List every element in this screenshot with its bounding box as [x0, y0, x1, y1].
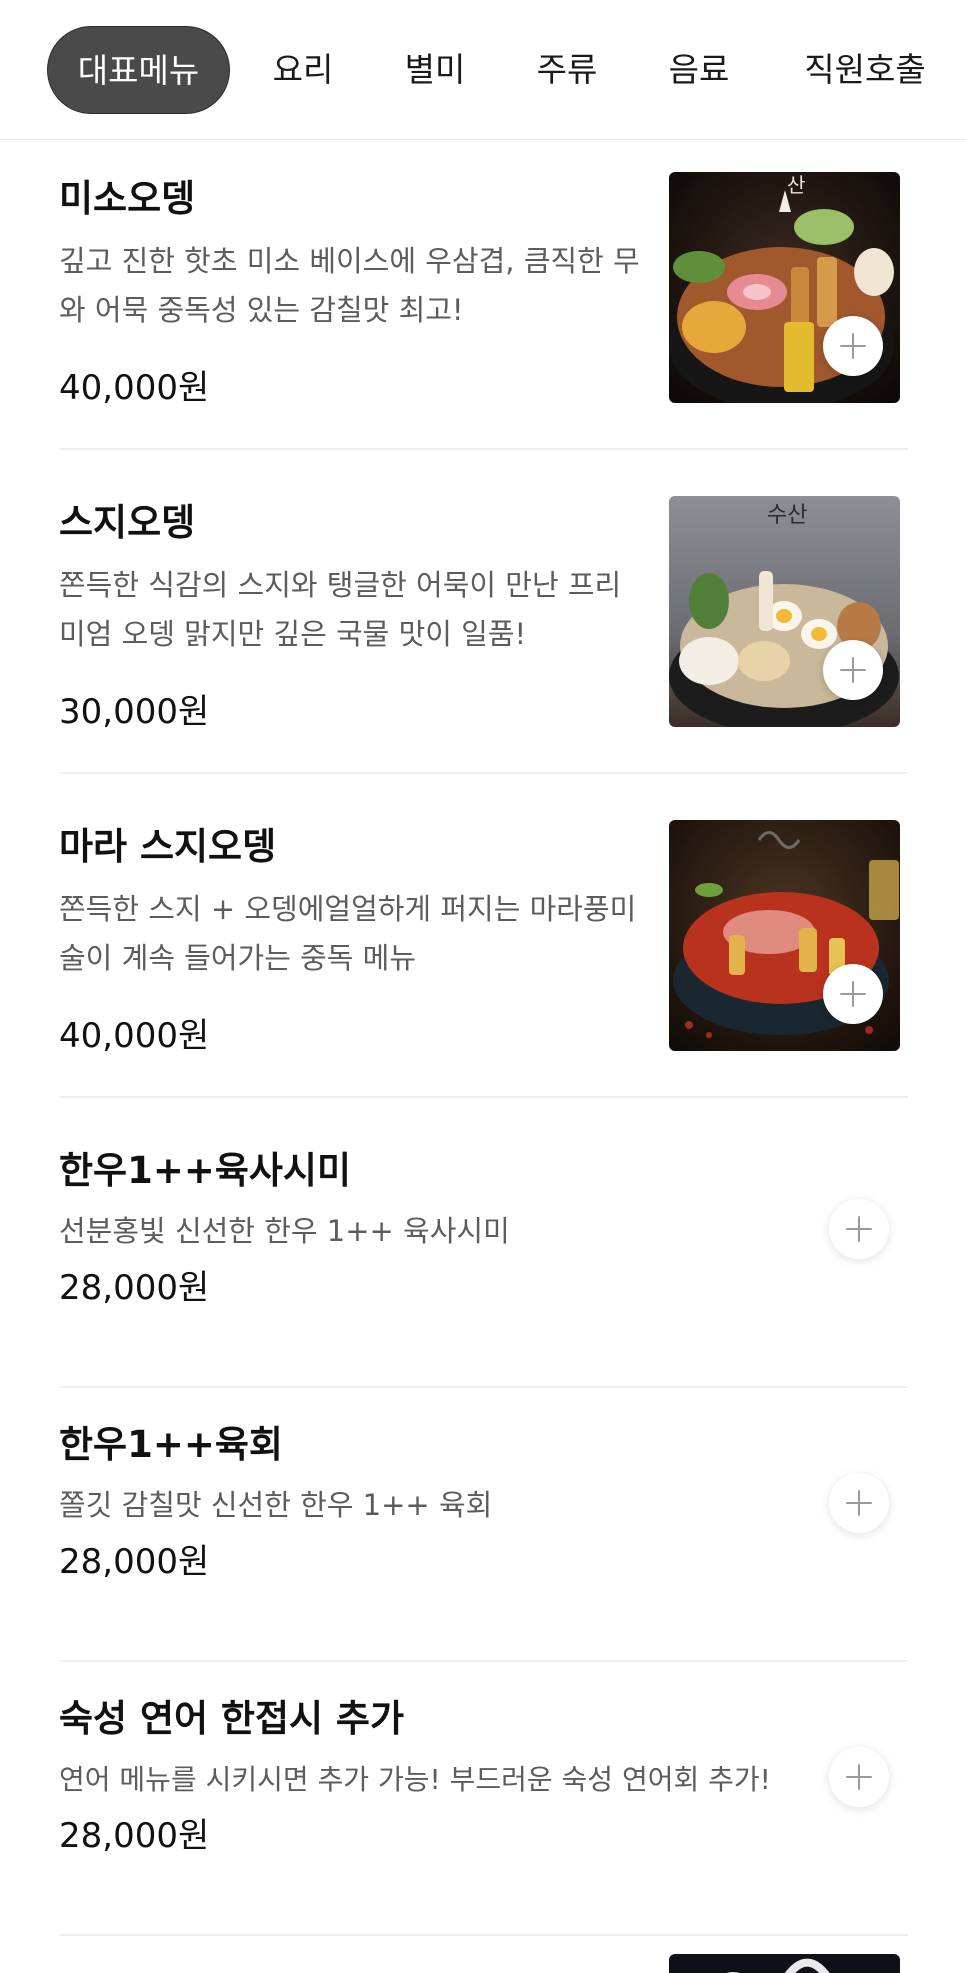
menu-item-price: 28,000원	[59, 1542, 210, 1582]
plus-icon	[846, 1490, 872, 1516]
photo-caption: 수산	[767, 503, 807, 528]
menu-item-aged-salmon-add[interactable]: 숙성 연어 한접시 추가 연어 메뉴를 시키시면 추가 가능! 부드러운 숙성 …	[0, 1661, 966, 1936]
plus-icon	[846, 1764, 872, 1790]
menu-item-description: 연어 메뉴를 시키시면 추가 가능! 부드러운 숙성 연어회 추가!	[59, 1755, 771, 1804]
menu-item-description: 쫄깃 감칠맛 신선한 한우 1++ 육회	[59, 1481, 492, 1530]
item-divider	[59, 1096, 908, 1098]
tab-alcohol[interactable]: 주류	[526, 26, 608, 114]
description-line: 깊고 진한 핫초 미소 베이스에 우삼겹, 큼직한 무	[59, 244, 640, 278]
menu-item-description: 깊고 진한 핫초 미소 베이스에 우삼겹, 큼직한 무 와 어묵 중독성 있는 …	[59, 237, 640, 335]
add-to-cart-button[interactable]	[829, 1199, 889, 1259]
menu-item-price: 40,000원	[59, 1016, 210, 1056]
menu-item-name: 한우1++육사시미	[59, 1149, 351, 1192]
tab-dishes[interactable]: 요리	[262, 26, 344, 114]
item-divider	[59, 448, 908, 450]
menu-item-price: 30,000원	[59, 692, 210, 732]
add-to-cart-button[interactable]	[823, 316, 883, 376]
add-to-cart-button[interactable]	[829, 1473, 889, 1533]
menu-item-hanwoo-yuksashimi[interactable]: 한우1++육사시미 선분홍빛 신선한 한우 1++ 육사시미 28,000원	[0, 1113, 966, 1388]
menu-item-description: 쫀득한 식감의 스지와 탱글한 어묵이 만난 프리 미엄 오뎅 맑지만 깊은 국…	[59, 561, 621, 659]
menu-item-name: 마라 스지오뎅	[59, 825, 277, 868]
photo-caption: 산	[787, 173, 805, 197]
tab-call-staff[interactable]: 직원호출	[790, 26, 940, 114]
menu-item-name: 한우1++육회	[59, 1423, 283, 1466]
menu-item-price: 28,000원	[59, 1816, 210, 1856]
description-line: 연어 메뉴를 시키시면 추가 가능! 부드러운 숙성 연어회 추가!	[59, 1763, 771, 1796]
description-line: 쫀득한 식감의 스지와 탱글한 어묵이 만난 프리	[59, 568, 622, 602]
item-divider	[59, 1934, 908, 1936]
description-line: 선분홍빛 신선한 한우 1++ 육사시미	[59, 1214, 510, 1248]
add-to-cart-button[interactable]	[823, 964, 883, 1024]
description-line: 쫄깃 감칠맛 신선한 한우 1++ 육회	[59, 1488, 493, 1522]
menu-item-suji-oden[interactable]: 스지오뎅 쫀득한 식감의 스지와 탱글한 어묵이 만난 프리 미엄 오뎅 맑지만…	[0, 465, 966, 789]
tab-signature-menu[interactable]: 대표메뉴	[47, 26, 230, 114]
tab-drinks[interactable]: 음료	[658, 26, 740, 114]
menu-item-name: 미소오뎅	[59, 177, 196, 220]
menu-item-description: 쫀득한 스지 + 오뎅에얼얼하게 퍼지는 마라풍미 술이 계속 들어가는 중독 …	[59, 885, 636, 983]
menu-item-name: 스지오뎅	[59, 501, 196, 544]
add-to-cart-button[interactable]	[823, 640, 883, 700]
plus-icon	[840, 333, 866, 359]
plus-icon	[840, 657, 866, 683]
category-tab-bar: 대표메뉴 요리 별미 주류 음료 직원호출	[0, 0, 966, 140]
menu-list: 미소오뎅 깊고 진한 핫초 미소 베이스에 우삼겹, 큼직한 무 와 어묵 중독…	[0, 141, 966, 1973]
description-line: 와 어묵 중독성 있는 감칠맛 최고!	[59, 293, 464, 327]
menu-item-name: 숙성 연어 한접시 추가	[59, 1697, 405, 1740]
description-line: 술이 계속 들어가는 중독 메뉴	[59, 941, 417, 975]
description-line: 미엄 오뎅 맑지만 깊은 국물 맛이 일품!	[59, 617, 527, 651]
menu-item-price: 28,000원	[59, 1268, 210, 1308]
menu-item-miso-oden[interactable]: 미소오뎅 깊고 진한 핫초 미소 베이스에 우삼겹, 큼직한 무 와 어묵 중독…	[0, 141, 966, 465]
plus-icon	[840, 981, 866, 1007]
item-divider	[59, 772, 908, 774]
menu-item-mala-suji-oden[interactable]: 마라 스지오뎅 쫀득한 스지 + 오뎅에얼얼하게 퍼지는 마라풍미 술이 계속 …	[0, 789, 966, 1113]
menu-item-description: 선분홍빛 신선한 한우 1++ 육사시미	[59, 1207, 510, 1256]
add-to-cart-button[interactable]	[829, 1747, 889, 1807]
menu-item-price: 40,000원	[59, 368, 210, 408]
menu-item-hanwoo-yukhoe[interactable]: 한우1++육회 쫄깃 감칠맛 신선한 한우 1++ 육회 28,000원	[0, 1387, 966, 1662]
plus-icon	[846, 1216, 872, 1242]
tab-specials[interactable]: 별미	[394, 26, 476, 114]
description-line: 쫀득한 스지 + 오뎅에얼얼하게 퍼지는 마라풍미	[59, 892, 637, 926]
food-photo-next-item[interactable]	[669, 1954, 900, 1973]
